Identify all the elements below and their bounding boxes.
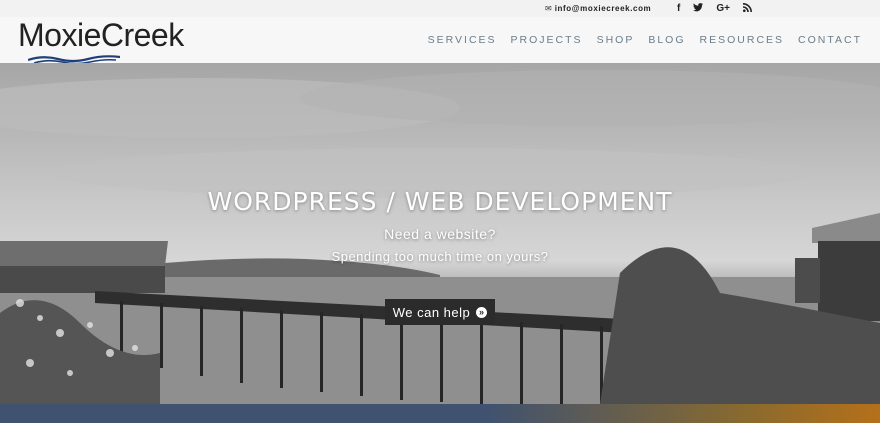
site-header: MoxieCreek SERVICES PROJECTS SHOP BLOG R… <box>0 17 880 64</box>
google-plus-icon[interactable]: G+ <box>716 3 730 14</box>
hero-tagline: Spending too much time on yours? <box>331 249 549 264</box>
envelope-icon: ✉ <box>545 4 552 13</box>
nav-contact[interactable]: CONTACT <box>798 34 862 46</box>
rss-icon[interactable] <box>742 2 752 15</box>
we-can-help-button[interactable]: We can help » <box>385 299 495 325</box>
nav-blog[interactable]: BLOG <box>648 34 685 46</box>
twitter-icon[interactable] <box>693 2 704 15</box>
hero-section: WORDPRESS / WEB DEVELOPMENT Need a websi… <box>0 63 880 404</box>
facebook-icon[interactable]: f <box>677 3 680 14</box>
cta-label: We can help <box>392 304 471 320</box>
nav-resources[interactable]: RESOURCES <box>700 34 785 46</box>
email-text: info@moxiecreek.com <box>554 4 652 13</box>
hero-subtitle: Need a website? <box>384 226 496 242</box>
hero-title: WORDPRESS / WEB DEVELOPMENT <box>207 187 673 216</box>
chevron-right-circle-icon: » <box>476 306 488 318</box>
nav-projects[interactable]: PROJECTS <box>511 34 583 46</box>
top-bar: ✉ info@moxiecreek.com f G+ <box>0 0 880 17</box>
site-logo[interactable]: MoxieCreek <box>18 17 184 54</box>
section-divider-band <box>0 404 880 423</box>
nav-services[interactable]: SERVICES <box>428 34 497 46</box>
main-nav: SERVICES PROJECTS SHOP BLOG RESOURCES CO… <box>428 34 862 46</box>
nav-shop[interactable]: SHOP <box>597 34 635 46</box>
social-links: f G+ <box>677 0 752 17</box>
email-link[interactable]: ✉ info@moxiecreek.com <box>545 0 651 17</box>
